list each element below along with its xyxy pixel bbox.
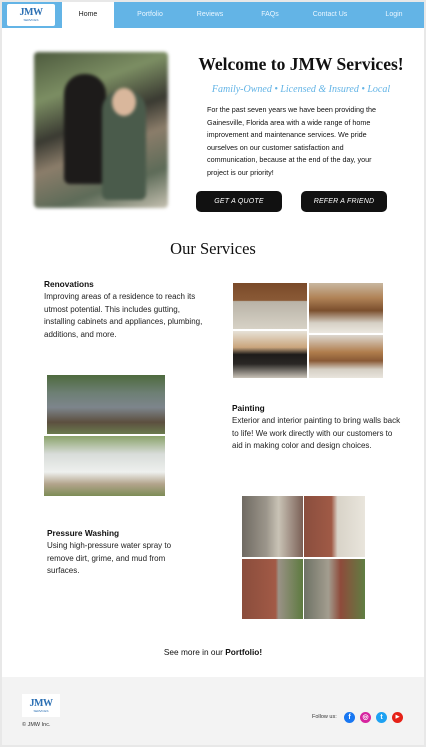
- refer-friend-button[interactable]: REFER A FRIEND: [301, 191, 387, 212]
- painting-description: Exterior and interior painting to bring …: [232, 416, 401, 450]
- pressure-washing-photo: [304, 559, 365, 619]
- renovations-description: Improving areas of a residence to reach …: [44, 292, 203, 339]
- footer: JMW SERVICES © JMW Inc. Follow us: f ◎ t…: [2, 677, 424, 745]
- renovation-photo: [309, 283, 383, 333]
- footer-logo-subtext: SERVICES: [33, 708, 49, 713]
- logo-subtext: SERVICES: [23, 18, 39, 22]
- portfolio-prompt: See more in our Portfolio!: [2, 647, 424, 657]
- renovation-photo: [233, 283, 307, 329]
- pressure-washing-photo: [242, 559, 303, 619]
- nav-faqs[interactable]: FAQs: [244, 2, 296, 28]
- services-heading: Our Services: [170, 239, 256, 258]
- owners-photo: [34, 52, 168, 208]
- renovation-photo: [309, 335, 383, 378]
- nav-login[interactable]: Login: [374, 2, 414, 28]
- youtube-icon[interactable]: ▶: [392, 712, 403, 723]
- nav-home[interactable]: Home: [62, 2, 114, 28]
- painting-photo: [44, 436, 165, 496]
- follow-us-label: Follow us:: [312, 714, 337, 720]
- page: JMW SERVICES Home Portfolio Reviews FAQs…: [2, 2, 424, 745]
- get-quote-button[interactable]: GET A QUOTE: [196, 191, 282, 212]
- nav-portfolio[interactable]: Portfolio: [124, 2, 176, 28]
- renovations-title: Renovations: [44, 279, 94, 289]
- hero-description: For the past seven years we have been pr…: [207, 105, 377, 177]
- pressure-washing-photo: [242, 496, 303, 557]
- facebook-icon[interactable]: f: [344, 712, 355, 723]
- pressure-washing-photo: [304, 496, 365, 557]
- pressure-washing-description: Using high-pressure water spray to remov…: [47, 541, 172, 575]
- portfolio-prompt-text: See more in our: [163, 647, 226, 657]
- top-nav: JMW SERVICES Home Portfolio Reviews FAQs…: [2, 2, 424, 28]
- hero-tagline: Family-Owned • Licensed & Insured • Loca…: [211, 84, 391, 95]
- nav-reviews[interactable]: Reviews: [184, 2, 236, 28]
- renovation-photo: [233, 331, 307, 378]
- painting-title: Painting: [232, 403, 265, 413]
- twitter-icon[interactable]: t: [376, 712, 387, 723]
- hero-title: Welcome to JMW Services!: [198, 54, 404, 74]
- portfolio-link[interactable]: Portfolio!: [225, 647, 262, 657]
- painting-photo: [47, 375, 165, 434]
- logo-text: JMW: [19, 7, 43, 18]
- nav-contact-us[interactable]: Contact Us: [304, 2, 356, 28]
- instagram-icon[interactable]: ◎: [360, 712, 371, 723]
- site-logo[interactable]: JMW SERVICES: [7, 4, 55, 26]
- footer-logo[interactable]: JMW SERVICES: [22, 694, 60, 717]
- footer-logo-text: JMW: [29, 697, 53, 709]
- copyright: © JMW Inc.: [22, 722, 51, 728]
- pressure-washing-title: Pressure Washing: [47, 528, 120, 538]
